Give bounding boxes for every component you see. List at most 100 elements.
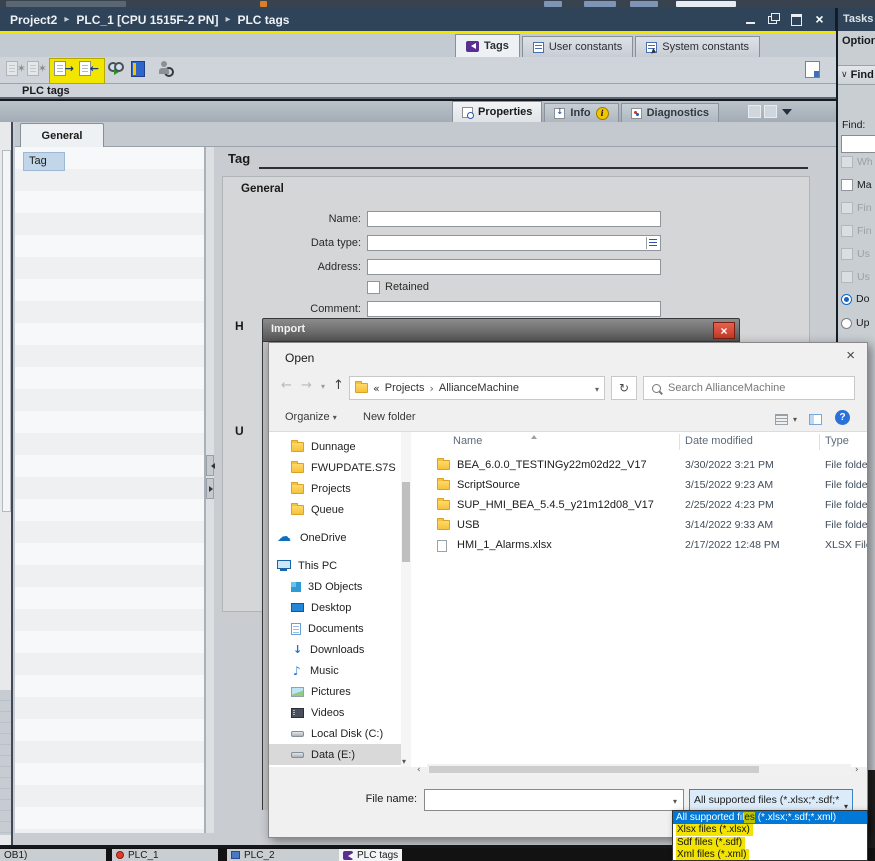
file-row[interactable]: SUP_HMI_BEA_5.4.5_y21m12d08_V172/25/2022… [415, 496, 867, 516]
file-type-select[interactable]: All supported files (*.xlsx;*.sdf;*▾ [689, 789, 853, 811]
find-option[interactable]: Fin [841, 223, 875, 239]
import-icon[interactable]: ← [79, 61, 95, 78]
tab-general[interactable]: General [20, 123, 104, 147]
sidebar-item[interactable]: Projects [269, 478, 401, 499]
monitor-all-icon[interactable] [108, 62, 125, 73]
scrollbar-thumb[interactable] [429, 766, 759, 773]
view-list-icon[interactable] [775, 413, 788, 425]
sidebar-item[interactable]: FWUPDATE.S7S [269, 457, 401, 478]
scrollbar-track[interactable] [427, 764, 851, 775]
inspector-tab[interactable]: Properties [452, 101, 542, 122]
column-divider[interactable] [679, 434, 680, 450]
name-field[interactable] [367, 211, 661, 227]
sidebar-item[interactable]: Videos [269, 702, 401, 723]
find-option[interactable]: Us [841, 246, 875, 262]
sidebar-item[interactable]: Documents [269, 618, 401, 639]
column-divider[interactable] [819, 434, 820, 450]
find-input[interactable] [841, 135, 875, 153]
sidebar-scrollbar[interactable] [401, 432, 411, 767]
address-field[interactable] [367, 259, 661, 275]
direction-option[interactable]: Do [841, 291, 875, 307]
sidebar-item[interactable]: OneDrive [269, 527, 401, 548]
sidebar-item[interactable]: Desktop [269, 597, 401, 618]
close-icon[interactable]: × [811, 11, 828, 27]
editor-button[interactable]: PLC_2 [227, 849, 339, 861]
organize-button[interactable]: Organize ▾ [285, 411, 337, 423]
float-pane-icon[interactable] [748, 105, 761, 118]
column-type[interactable]: Type [825, 435, 849, 447]
address-crumb[interactable]: Projects [385, 382, 425, 394]
column-date-modified[interactable]: Date modified [685, 435, 753, 447]
find-option[interactable]: Us [841, 269, 875, 285]
sidebar-item[interactable]: Queue [269, 499, 401, 520]
splitter-right-icon[interactable] [206, 478, 214, 499]
sidebar-item[interactable]: Pictures [269, 681, 401, 702]
checkbox-icon[interactable] [841, 248, 853, 260]
sidebar-item[interactable]: Data (E:) [269, 744, 401, 765]
splitter-left-icon[interactable] [206, 455, 214, 476]
up-icon[interactable]: ↑ [333, 378, 344, 393]
breadcrumb-item[interactable]: PLC tags [237, 13, 289, 27]
file-row[interactable]: ScriptSource3/15/2022 9:23 AMFile folder [415, 476, 867, 496]
scroll-right-icon[interactable]: › [855, 765, 859, 775]
address-overflow[interactable]: « [373, 382, 380, 395]
import-dialog-titlebar[interactable]: Import × [262, 318, 740, 342]
pane-list-icon[interactable] [764, 105, 777, 118]
find-option[interactable]: Fin [841, 200, 875, 216]
dropdown-option-selected[interactable]: All supported files (*.xlsx;*.sdf;*.xml) [673, 811, 867, 824]
nav-item-tag[interactable]: Tag [23, 152, 65, 171]
sidebar-item[interactable]: Dunnage [269, 436, 401, 457]
view-chevron-icon[interactable]: ▾ [793, 415, 797, 424]
breadcrumb-item[interactable]: PLC_1 [CPU 1515F-2 PN] [76, 13, 237, 27]
find-option[interactable]: Wh [841, 154, 875, 170]
dialog-close-icon[interactable]: × [846, 347, 855, 364]
direction-option[interactable]: Up [841, 315, 875, 331]
tree-scrollbar[interactable] [2, 150, 11, 512]
checkbox-icon[interactable] [841, 156, 853, 168]
scroll-down-icon[interactable]: ▾ [402, 757, 406, 766]
pane-splitter[interactable] [205, 147, 214, 833]
find-replace-icon[interactable] [158, 61, 174, 77]
checkbox-icon[interactable] [841, 179, 853, 191]
inspector-tab[interactable]: Diagnostics [621, 103, 719, 122]
minimize-icon[interactable] [742, 11, 759, 27]
export-icon[interactable]: → [54, 61, 70, 78]
back-icon[interactable]: ← [281, 378, 292, 393]
address-dropdown-icon[interactable]: ▾ [595, 385, 599, 394]
dropdown-option[interactable]: Xml files (*.xml) [673, 849, 867, 861]
insert-row-icon[interactable]: ✶ [6, 61, 22, 78]
file-row[interactable]: HMI_1_Alarms.xlsx2/17/2022 12:48 PMXLSX … [415, 536, 867, 556]
maximize-editor-icon[interactable] [805, 61, 820, 78]
refresh-icon[interactable]: ↻ [611, 376, 637, 400]
horizontal-scrollbar[interactable]: ‹ › [415, 763, 867, 777]
restore-icon[interactable] [765, 11, 782, 27]
dropdown-option[interactable]: Xlsx files (*.xlsx) [673, 824, 867, 837]
sidebar-item[interactable]: Downloads [269, 639, 401, 660]
file-row[interactable]: BEA_6.0.0_TESTINGy22m02d22_V173/30/2022 … [415, 456, 867, 476]
retained-checkbox[interactable] [367, 281, 380, 294]
editor-tab[interactable]: System constants [635, 36, 760, 57]
editor-button[interactable]: PLC_1 [112, 849, 218, 861]
breadcrumb-item[interactable]: Project2 [10, 13, 76, 27]
editor-tab[interactable]: User constants [522, 36, 633, 57]
chevron-down-icon[interactable]: ▾ [673, 797, 677, 806]
new-folder-button[interactable]: New folder [363, 411, 416, 423]
constants-book-icon[interactable] [131, 61, 145, 77]
data-type-field[interactable] [367, 235, 661, 251]
editor-tab[interactable]: Tags [455, 34, 520, 57]
import-close-icon[interactable]: × [713, 322, 735, 339]
checkbox-icon[interactable] [841, 202, 853, 214]
find-section-header[interactable]: ∨ Find [838, 65, 875, 85]
search-box[interactable]: Search AllianceMachine [643, 376, 855, 400]
forward-icon[interactable]: → [301, 378, 312, 393]
radio-icon[interactable] [841, 294, 852, 305]
scroll-left-icon[interactable]: ‹ [417, 765, 421, 775]
sidebar-item[interactable]: This PC [269, 555, 401, 576]
scrollbar-thumb[interactable] [402, 482, 410, 562]
editor-button[interactable]: PLC tags [339, 849, 402, 861]
file-name-input[interactable]: ▾ [424, 789, 684, 811]
help-icon[interactable]: ? [835, 410, 850, 425]
sidebar-item[interactable]: Music [269, 660, 401, 681]
data-type-dropdown-icon[interactable] [646, 237, 659, 249]
checkbox-icon[interactable] [841, 225, 853, 237]
